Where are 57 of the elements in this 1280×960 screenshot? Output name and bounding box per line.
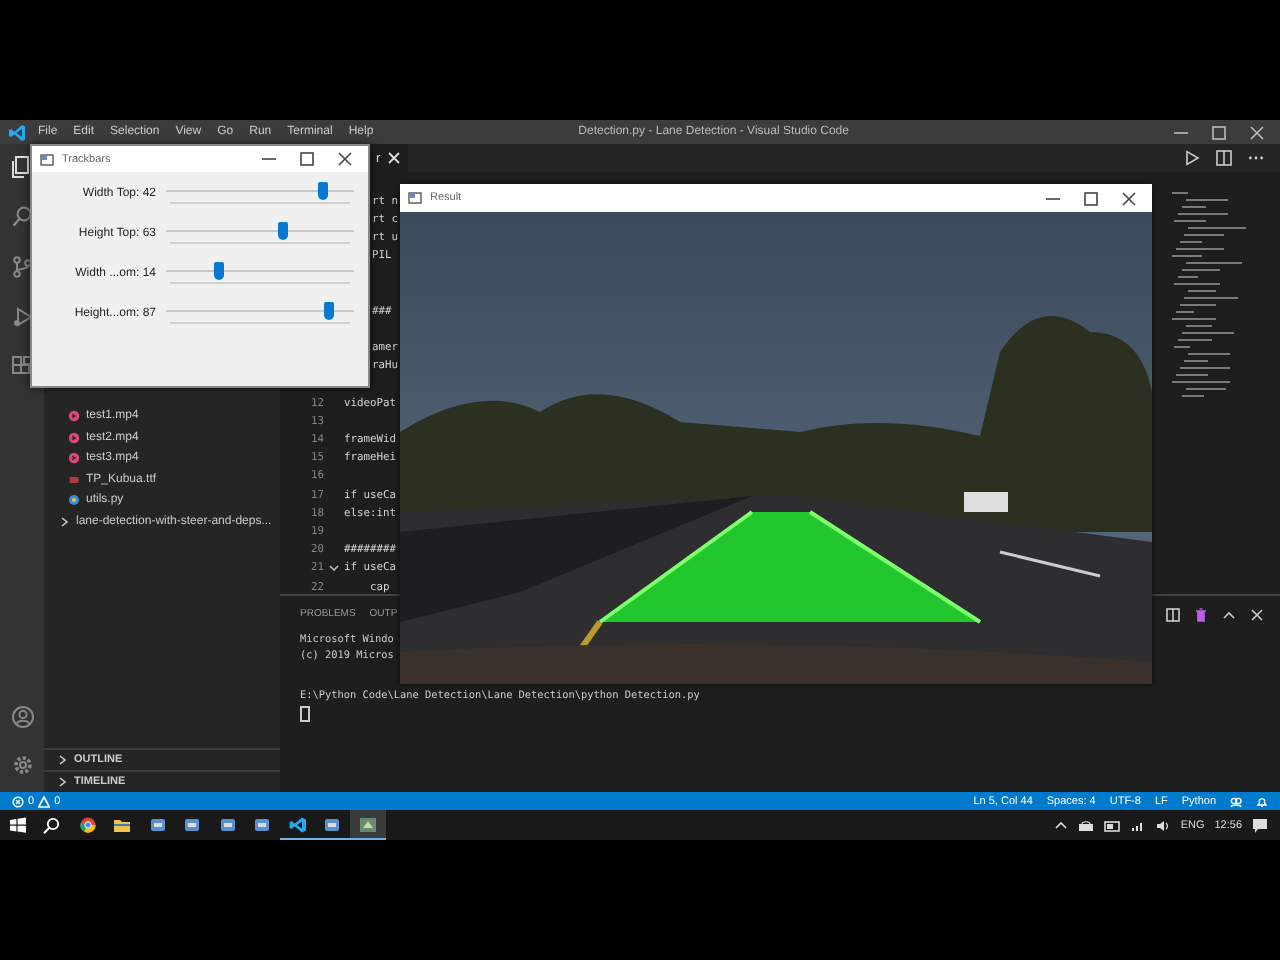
slider[interactable] xyxy=(166,300,354,328)
slider[interactable] xyxy=(166,260,354,288)
media-file-icon xyxy=(68,452,80,465)
slider-thumb[interactable] xyxy=(318,182,329,200)
editor-logo-icon xyxy=(8,123,26,141)
slider-thumb[interactable] xyxy=(323,302,334,320)
window-icon xyxy=(408,192,422,204)
source-control-icon[interactable] xyxy=(11,256,33,278)
settings-icon[interactable] xyxy=(11,754,33,776)
terminal-cursor xyxy=(300,706,310,722)
maximize-icon[interactable] xyxy=(300,152,314,166)
media-file-icon xyxy=(68,410,80,423)
trash-icon[interactable] xyxy=(1194,607,1208,621)
fold-chevron-icon[interactable] xyxy=(328,562,340,575)
slider[interactable] xyxy=(166,180,354,208)
window-icon xyxy=(147,816,168,834)
network-icon[interactable] xyxy=(1130,819,1147,831)
battery-icon[interactable] xyxy=(1104,819,1121,831)
slider[interactable] xyxy=(166,220,354,248)
split-terminal-icon[interactable] xyxy=(1166,607,1180,621)
play-bug-icon[interactable] xyxy=(11,306,33,328)
close-icon[interactable] xyxy=(1122,191,1136,205)
close-icon[interactable] xyxy=(338,152,352,166)
windows-logo-icon xyxy=(7,816,28,834)
speaker-icon[interactable] xyxy=(1156,819,1171,831)
split-editor-icon[interactable] xyxy=(1216,150,1232,166)
search-icon[interactable] xyxy=(11,206,33,228)
media-file-icon xyxy=(68,431,80,444)
chevron-up-icon[interactable] xyxy=(1054,819,1069,831)
python-file-icon xyxy=(68,494,80,507)
taskbar-button[interactable] xyxy=(350,810,385,840)
image-window-icon xyxy=(357,815,378,833)
extensions-icon[interactable] xyxy=(11,356,33,378)
folder-icon xyxy=(112,816,133,834)
bell-icon[interactable] xyxy=(1256,795,1268,807)
maximize-icon[interactable] xyxy=(1212,125,1226,139)
warning-icon xyxy=(38,795,51,807)
close-icon[interactable] xyxy=(1250,125,1264,139)
error-icon xyxy=(12,795,24,807)
notification-icon[interactable] xyxy=(1252,817,1268,833)
window-icon xyxy=(182,816,203,834)
slider-thumb[interactable] xyxy=(214,262,225,280)
slider-thumb[interactable] xyxy=(278,222,289,240)
window-icon xyxy=(40,153,54,165)
minimize-icon[interactable] xyxy=(262,152,276,166)
window-icon xyxy=(322,815,343,833)
window-icon xyxy=(252,816,273,834)
run-icon[interactable] xyxy=(1184,150,1200,166)
account-icon[interactable] xyxy=(11,706,33,728)
window-icon xyxy=(217,816,238,834)
code-editor-icon xyxy=(287,815,308,833)
people-icon[interactable] xyxy=(1230,795,1242,807)
chevron-up-icon[interactable] xyxy=(1222,607,1236,621)
files-icon[interactable] xyxy=(11,156,33,178)
search-icon xyxy=(42,816,63,834)
maximize-icon[interactable] xyxy=(1084,191,1098,205)
browser-icon xyxy=(77,816,98,834)
